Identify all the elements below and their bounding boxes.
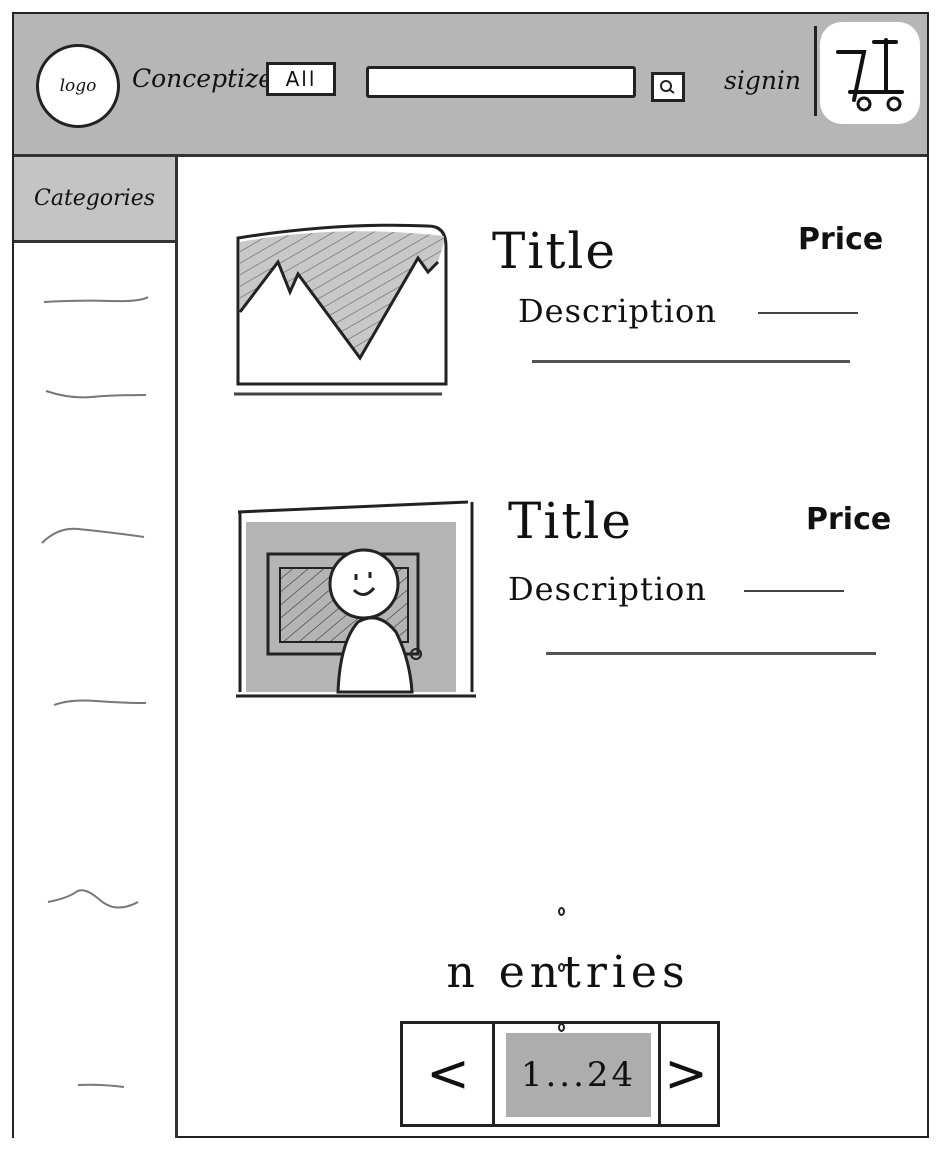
placeholder-text-squiggle	[53, 699, 147, 706]
top-header: logo Conceptize All signin	[14, 14, 927, 157]
category-select[interactable]: All	[266, 62, 336, 96]
sidebar-category-item[interactable]	[40, 685, 150, 715]
product-divider	[546, 652, 876, 655]
cart-button[interactable]	[820, 22, 920, 124]
category-sidebar: Categories	[14, 157, 178, 1138]
header-divider	[814, 26, 817, 116]
product-title: Title	[508, 492, 634, 550]
product-price: Price	[806, 502, 892, 537]
category-select-value: All	[285, 67, 317, 91]
sidebar-category-item[interactable]	[40, 285, 150, 315]
search-button[interactable]	[651, 72, 685, 102]
pagination-next-button[interactable]: >	[656, 1029, 716, 1119]
product-divider	[532, 360, 850, 363]
placeholder-text-squiggle	[45, 390, 147, 399]
person-image	[236, 500, 476, 698]
brand-name[interactable]: Conceptize	[132, 64, 273, 93]
product-item[interactable]: Title Price Description	[228, 212, 928, 422]
ellipsis-dot	[558, 907, 565, 916]
shopping-cart-icon	[836, 38, 904, 112]
description-continuation	[758, 312, 858, 314]
sidebar-category-item[interactable]	[40, 377, 150, 407]
sidebar-category-item[interactable]	[40, 517, 150, 547]
mountain-image	[234, 223, 448, 396]
product-description: Description	[518, 292, 717, 330]
description-continuation	[744, 590, 844, 592]
pagination-prev-button[interactable]: <	[406, 1029, 490, 1119]
search-input[interactable]	[366, 66, 636, 98]
placeholder-text-squiggle	[77, 1083, 125, 1088]
sidebar-category-item[interactable]	[40, 882, 150, 912]
pagination-border	[492, 1021, 495, 1127]
placeholder-text-squiggle	[41, 527, 145, 544]
chevron-left-icon: <	[426, 1044, 470, 1104]
placeholder-text-squiggle	[47, 889, 139, 909]
pagination-border	[400, 1124, 720, 1127]
product-list: Title Price Description Title Price Desc…	[178, 157, 927, 1138]
product-title: Title	[492, 222, 618, 280]
pagination-border	[400, 1021, 403, 1127]
search-icon	[660, 80, 675, 94]
pagination-border	[717, 1021, 720, 1127]
product-description: Description	[508, 570, 707, 608]
placeholder-text-squiggle	[43, 296, 149, 303]
pagination-border	[400, 1021, 720, 1024]
chevron-right-icon: >	[664, 1044, 708, 1104]
sidebar-category-item[interactable]	[40, 1069, 150, 1099]
product-price: Price	[798, 222, 884, 257]
signin-link[interactable]: signin	[724, 66, 801, 95]
sidebar-title: Categories	[14, 157, 175, 243]
product-item[interactable]: Title Price Description	[228, 492, 928, 702]
page-frame: logo Conceptize All signin Categories Ti…	[12, 12, 929, 1138]
pagination: < 1...24 >	[400, 1021, 720, 1127]
logo-text: logo	[59, 76, 97, 96]
pagination-page-range[interactable]: 1...24	[506, 1033, 651, 1117]
entries-count: n entries	[446, 947, 690, 998]
logo[interactable]: logo	[36, 44, 120, 128]
